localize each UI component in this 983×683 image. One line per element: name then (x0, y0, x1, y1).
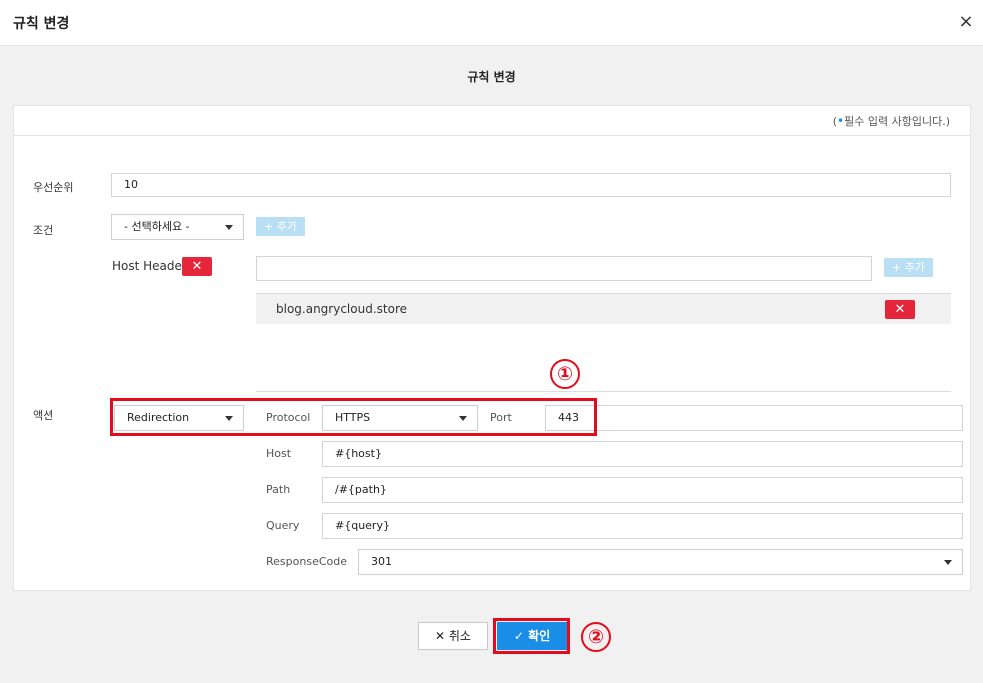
cancel-label: 취소 (448, 629, 471, 643)
highlight-box (110, 398, 597, 436)
dialog-title: 규칙 변경 (13, 16, 70, 32)
section-title: 규칙 변경 (467, 70, 516, 84)
condition-label: 조건 (33, 224, 54, 237)
path-label: Path (266, 483, 291, 496)
marker-one: ① (550, 359, 580, 389)
host-header-label: Host Header (112, 259, 187, 273)
dialog-header: 규칙 변경 × (0, 0, 983, 46)
remove-host-header-button[interactable]: ✕ (182, 257, 212, 276)
host-label: Host (266, 447, 292, 460)
query-label: Query (266, 519, 300, 532)
host-input[interactable]: #{host} (322, 441, 963, 467)
required-note: (•필수 입력 사항입니다.) (833, 113, 950, 129)
host-header-input[interactable] (256, 256, 872, 281)
priority-label: 우선순위 (33, 181, 74, 194)
host-add-button[interactable]: + 추가 (884, 258, 933, 277)
x-icon: ✕ (435, 629, 446, 643)
check-icon: ✓ (513, 629, 524, 643)
close-icon[interactable]: × (956, 12, 976, 32)
response-code-select[interactable]: 301 (358, 549, 963, 575)
condition-select-value: - 선택하세요 - (124, 220, 190, 233)
query-input[interactable]: #{query} (322, 513, 963, 539)
host-list-item: blog.angrycloud.store ✕ (256, 293, 951, 324)
caret-down-icon (944, 560, 952, 565)
confirm-button[interactable]: ✓ 확인 (497, 622, 567, 650)
host-value: blog.angrycloud.store (276, 302, 407, 316)
confirm-label: 확인 (528, 629, 551, 643)
port-input[interactable]: 443 (545, 405, 963, 431)
path-input[interactable]: /#{path} (322, 477, 963, 503)
response-code-label: ResponseCode (266, 555, 347, 568)
marker-two: ② (581, 622, 611, 652)
close-icon: ✕ (191, 259, 203, 274)
close-icon: ✕ (894, 302, 906, 317)
condition-add-button[interactable]: + 추가 (256, 217, 305, 236)
priority-input[interactable]: 10 (111, 173, 951, 197)
remove-host-button[interactable]: ✕ (885, 300, 915, 319)
condition-select[interactable]: - 선택하세요 - (111, 214, 244, 240)
response-code-value: 301 (371, 555, 392, 568)
divider (256, 391, 951, 392)
required-note-text: 필수 입력 사항입니다.) (844, 115, 950, 128)
cancel-button[interactable]: ✕ 취소 (418, 622, 488, 650)
action-label: 액션 (33, 409, 54, 422)
caret-down-icon (225, 225, 233, 230)
required-bar: (•필수 입력 사항입니다.) (14, 106, 970, 136)
